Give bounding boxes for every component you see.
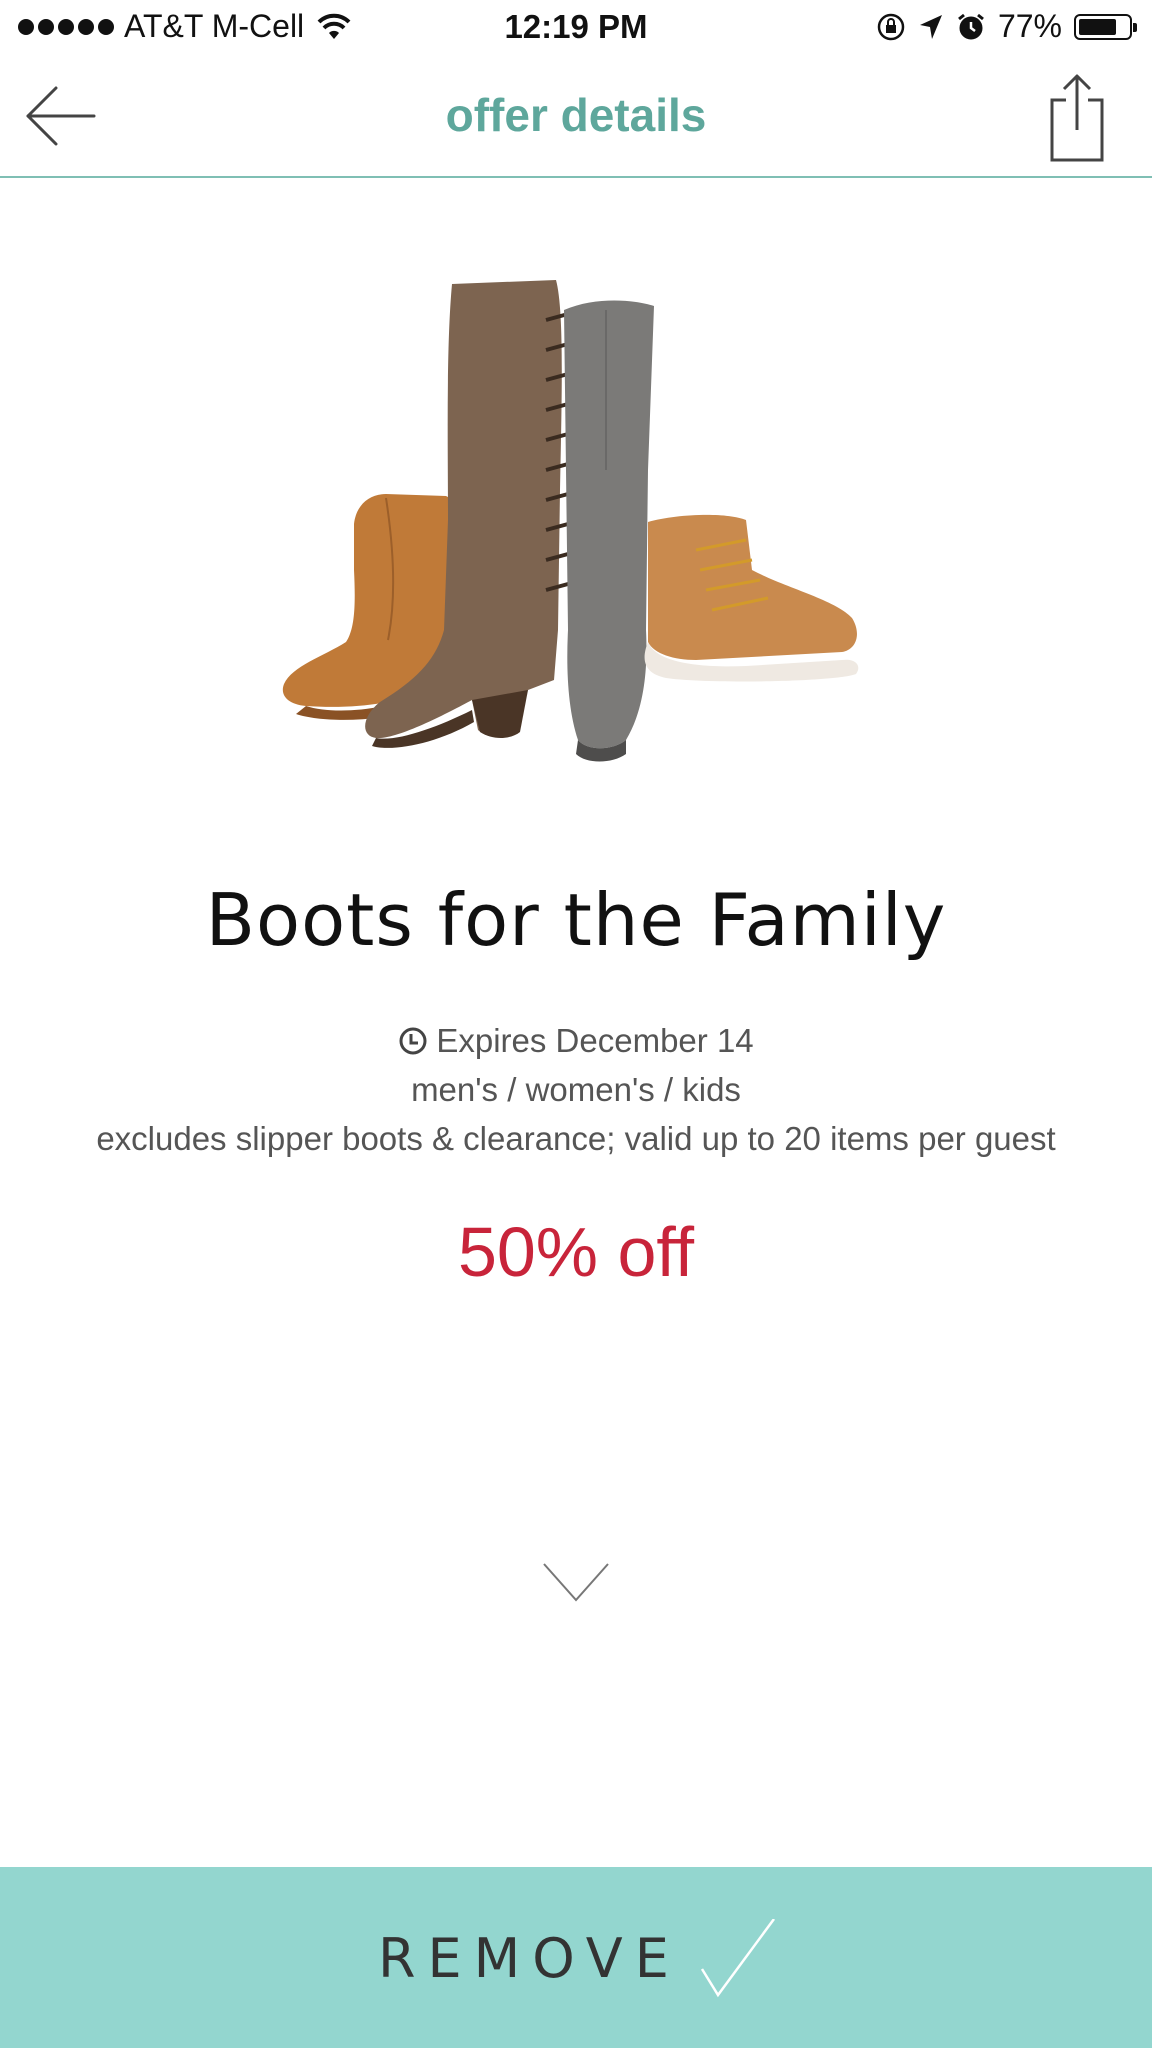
boots-product-image [282, 280, 859, 762]
offer-details: Expires December 14 men's / women's / ki… [0, 1016, 1152, 1163]
chevron-down-icon[interactable] [540, 1560, 612, 1604]
share-icon [1050, 74, 1104, 162]
page-title: offer details [445, 89, 707, 141]
clock-icon [399, 1027, 427, 1054]
remove-button[interactable]: REMOVE [0, 1867, 1152, 2048]
offer-terms: excludes slipper boots & clearance; vali… [96, 1120, 1056, 1157]
alarm-icon [958, 13, 984, 39]
rotation-lock-icon [877, 13, 905, 40]
expires-line: Expires December 14 [0, 1016, 1152, 1065]
share-button[interactable] [1042, 72, 1112, 162]
discount-amount: 50% off [457, 1213, 695, 1291]
nav-bar: offer details [0, 58, 1152, 178]
battery-icon [1074, 13, 1137, 40]
offer-title: Boots for the Family [205, 878, 947, 962]
battery-percent: 77% [997, 8, 1062, 44]
offer-categories: men's / women's / kids [411, 1071, 741, 1108]
status-bar: AT&T M-Cell 12:19 PM 77% [0, 0, 1152, 58]
remove-button-label: REMOVE [378, 1927, 681, 1990]
status-right: 77% [876, 8, 1137, 45]
expiration-date: Expires December 14 [436, 1022, 754, 1059]
location-arrow-icon [919, 14, 942, 39]
checkmark-icon [700, 1919, 776, 1998]
